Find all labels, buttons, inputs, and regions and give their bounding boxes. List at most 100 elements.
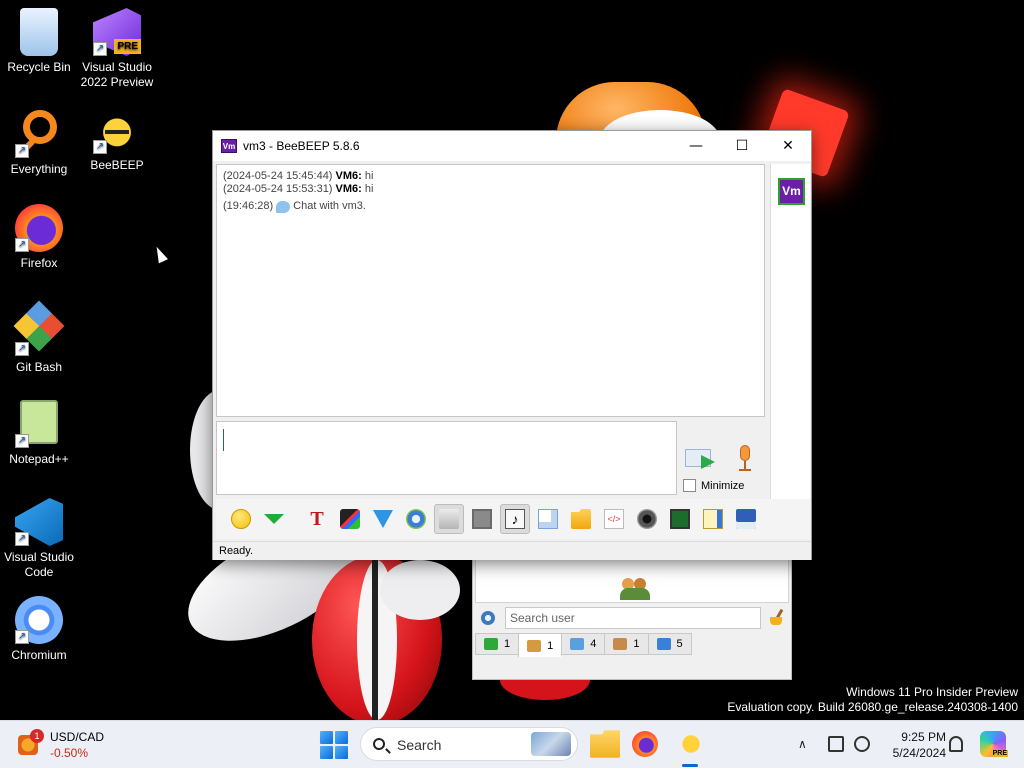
user-avatar[interactable]: Vm [778,178,805,205]
file-explorer-icon[interactable] [590,730,620,758]
message-text: hi [364,170,374,182]
desktop-icon-label: Firefox [20,256,58,270]
microphone-icon[interactable] [737,445,753,473]
message-sender: VM6: [335,170,362,182]
clock-time: 9:25 PM [901,730,946,744]
send-file-button[interactable] [566,504,596,534]
minimize-option[interactable]: Minimize [683,479,744,492]
status-bar: Ready. [213,541,811,560]
desktop-icon-label: Chromium [11,648,67,662]
network-icon[interactable] [854,736,870,752]
desktop-icon-label: Git Bash [15,360,63,374]
windows-watermark: Windows 11 Pro Insider Preview Evaluatio… [727,685,1018,714]
sound-toggle-button[interactable]: ♪ [500,504,530,534]
desktop-icon-label: Notepad++ [9,452,69,466]
clear-search-broom-icon[interactable] [769,608,785,625]
message-text: hi [364,183,374,195]
filter-icon [373,510,393,528]
widget-value: -0.50% [50,746,89,760]
minimize-checkbox[interactable] [683,479,696,492]
minimize-button[interactable]: — [673,131,719,161]
bw-toggle-button[interactable] [467,504,497,534]
system-clock[interactable]: 9:25 PM 5/24/2024 [880,729,946,761]
bee-icon: ↗ [93,106,141,154]
font-color-button[interactable] [335,504,365,534]
group-users-icon [620,576,652,600]
firefox-icon: ↗ [15,204,63,252]
notes-button[interactable] [698,504,728,534]
search-user-input[interactable] [505,607,761,629]
edit-note-icon [703,509,723,529]
everything-icon: ↗ [15,110,63,158]
tab-count: 1 [504,638,511,650]
desktop-icon-recycle-bin[interactable]: Recycle Bin [0,8,78,75]
html-button[interactable]: </> [599,504,629,534]
wallpaper-stripe-line [372,560,378,720]
tab-count: 5 [676,638,683,650]
tab-users[interactable]: 1 [475,633,519,655]
firefox-taskbar-icon[interactable] [632,731,658,757]
git-bash-icon: ↗ [13,300,65,356]
text-caret [223,429,224,451]
chat-window-titlebar[interactable]: Vm vm3 - BeeBEEP 5.8.6 — ☐ ✕ [213,131,811,161]
user-list-panel [475,559,789,603]
group-icon [527,639,542,652]
start-button[interactable] [320,731,348,759]
save-button[interactable] [731,504,761,534]
chat-message-log[interactable]: (2024-05-24 15:45:44) VM6: hi (2024-05-2… [216,164,765,417]
maximize-button[interactable]: ☐ [719,131,765,161]
filter-button[interactable] [368,504,398,534]
desktop-icon-label: Recycle Bin [7,60,71,74]
color-picker-icon [340,509,360,529]
chats-icon [570,638,585,650]
close-button[interactable]: ✕ [765,131,811,161]
display-icon[interactable] [828,736,844,752]
font-button[interactable]: T [302,504,332,534]
taskbar: 1 USD/CAD -0.50% Search ∧ 9:25 PM 5/24/2… [0,720,1024,768]
weather-widget[interactable]: 1 USD/CAD -0.50% [18,729,118,761]
minimize-label: Minimize [701,479,745,492]
desktop-icon-vscode[interactable]: ↗ Visual Studio Code [0,498,78,580]
tray-toggle-button[interactable] [434,504,464,534]
desktop-icon-notepad-plus-plus[interactable]: ↗ Notepad++ [0,400,78,467]
visual-studio-icon: PRE ↗ [93,8,141,56]
vscode-icon: ↗ [15,498,63,546]
windows-logo-icon [320,731,333,744]
smiley-icon [231,509,251,529]
tray-overflow-chevron-icon[interactable]: ∧ [798,737,807,751]
desktop-icon-beebeep[interactable]: ↗ BeeBEEP [78,106,156,173]
desktop-icon-firefox[interactable]: ↗ Firefox [0,204,78,271]
tab-groups[interactable]: 1 [518,633,562,657]
search-options-gear-icon[interactable] [481,611,495,625]
beebeep-taskbar-icon[interactable] [676,729,706,759]
document-icon [538,509,558,529]
copilot-icon[interactable]: PRE [980,731,1008,757]
main-tabbar: 1 1 4 1 5 [475,633,692,657]
notification-bell-icon[interactable] [949,736,963,752]
emoticon-menu-button[interactable] [259,504,289,534]
chat-toolbar: T ♪ </> [216,499,810,539]
preview-badge: PRE [114,39,141,54]
gear-icon [406,509,426,529]
send-message-icon[interactable] [685,447,717,471]
message-input[interactable] [216,421,677,495]
tab-files[interactable]: 5 [647,633,692,655]
chat-message: (2024-05-24 15:53:31) VM6: hi [223,183,374,195]
desktop-icon-visual-studio[interactable]: PRE ↗ Visual Studio 2022 Preview [78,8,156,90]
emoticon-button[interactable] [226,504,256,534]
tab-count: 1 [547,639,554,652]
settings-button[interactable] [401,504,431,534]
tab-chats[interactable]: 4 [561,633,605,655]
shortcut-arrow-icon: ↗ [15,238,29,252]
files-icon [656,638,671,650]
webcam-button[interactable] [632,504,662,534]
desktop-icon-everything[interactable]: ↗ Everything [0,106,78,177]
desktop-icon-chromium[interactable]: ↗ Chromium [0,596,78,663]
tab-workgroups[interactable]: 1 [604,633,648,655]
screenshot-button[interactable] [665,504,695,534]
taskbar-search[interactable]: Search [360,727,578,761]
desktop-icon-git-bash[interactable]: ↗ Git Bash [0,300,78,375]
notepad-plus-plus-icon: ↗ [15,400,63,448]
window-title: vm3 - BeeBEEP 5.8.6 [243,139,360,153]
save-chat-button[interactable] [533,504,563,534]
